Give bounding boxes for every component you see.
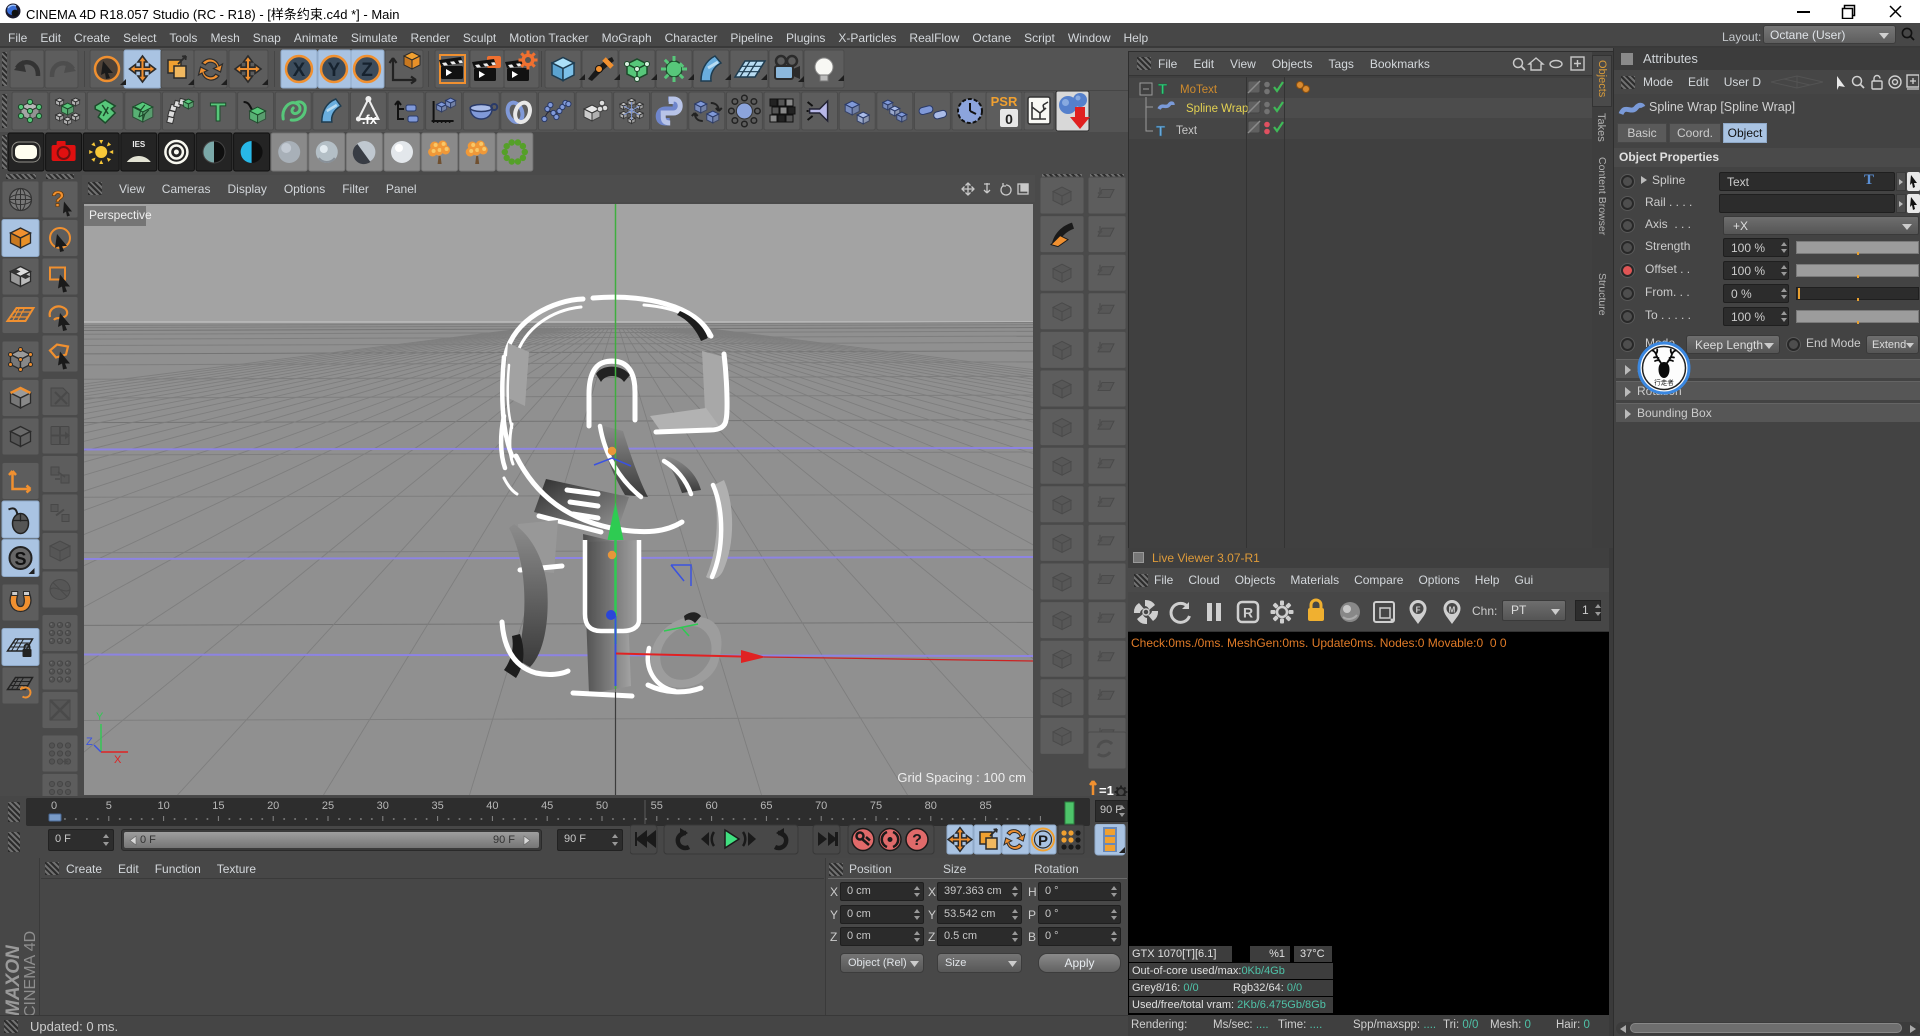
svg-text:55: 55 (651, 800, 663, 812)
svg-text:80: 80 (925, 800, 937, 812)
svg-text:行走者: 行走者 (1654, 378, 1674, 387)
svg-text:.fx: .fx (362, 112, 378, 127)
svg-text:5: 5 (106, 800, 112, 812)
svg-text:Text: Text (1176, 125, 1198, 137)
svg-text:Z: Z (361, 60, 373, 81)
svg-text:M: M (1449, 606, 1456, 615)
svg-text:45: 45 (541, 800, 553, 812)
svg-text:S: S (14, 549, 26, 569)
svg-text:15: 15 (212, 800, 224, 812)
svg-text:Y: Y (96, 711, 104, 723)
svg-text:X: X (293, 60, 306, 81)
svg-text:30: 30 (377, 800, 389, 812)
svg-text:25: 25 (322, 800, 334, 812)
svg-text:MoText: MoText (1180, 84, 1218, 96)
svg-text:P: P (1038, 833, 1048, 850)
svg-text:T: T (210, 97, 226, 127)
svg-text:35: 35 (431, 800, 443, 812)
svg-text:70: 70 (815, 800, 827, 812)
svg-text:85: 85 (979, 800, 991, 812)
svg-text:?: ? (51, 187, 64, 212)
svg-text:65: 65 (760, 800, 772, 812)
svg-text:Y: Y (328, 60, 341, 81)
svg-text:20: 20 (267, 800, 279, 812)
svg-text:PSR: PSR (991, 94, 1018, 109)
svg-text:T: T (1158, 81, 1167, 98)
svg-text:Grid Spacing : 100 cm: Grid Spacing : 100 cm (897, 770, 1026, 785)
svg-text:F: F (1416, 606, 1421, 615)
svg-text:R: R (1243, 605, 1253, 621)
svg-text:50: 50 (596, 800, 608, 812)
svg-text:IES: IES (132, 140, 146, 149)
svg-text:40: 40 (486, 800, 498, 812)
svg-text:0: 0 (1005, 111, 1013, 127)
svg-text:0: 0 (51, 800, 57, 812)
svg-text:75: 75 (870, 800, 882, 812)
svg-text:60: 60 (705, 800, 717, 812)
svg-text:Z: Z (86, 736, 93, 748)
svg-text:Spline Wrap: Spline Wrap (1186, 103, 1248, 115)
svg-text:?: ? (912, 832, 922, 849)
svg-text:X: X (114, 754, 122, 766)
svg-text:T: T (1156, 123, 1165, 140)
svg-text:10: 10 (157, 800, 169, 812)
